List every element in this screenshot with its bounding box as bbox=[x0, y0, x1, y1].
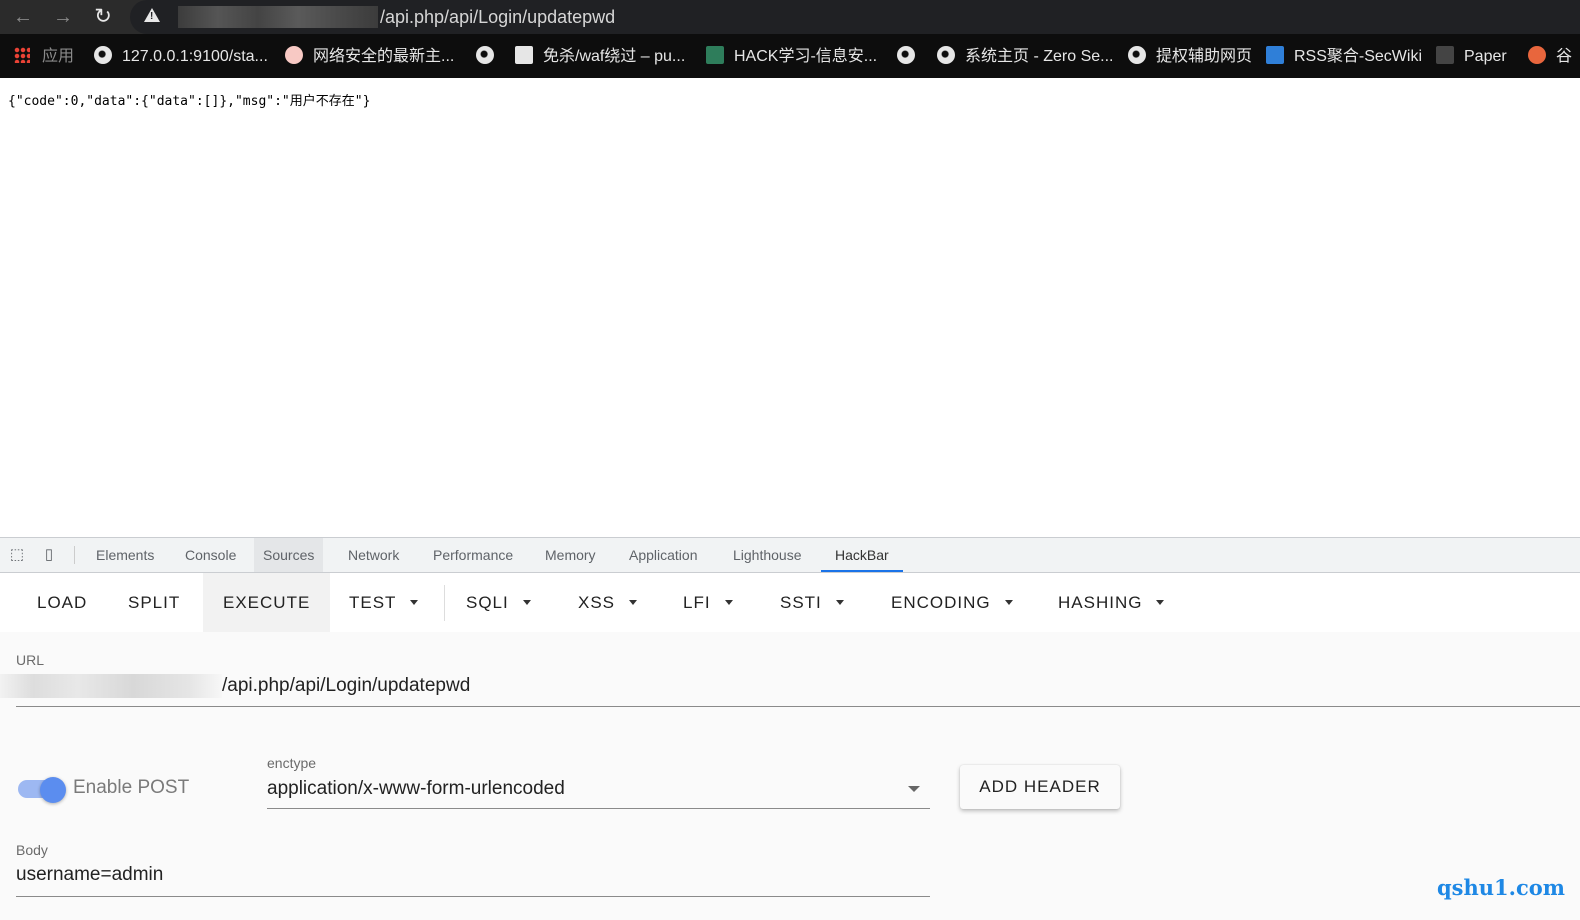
caret-down-icon bbox=[835, 600, 844, 605]
watermark: qshu1.com bbox=[1437, 875, 1565, 900]
test-menu-button[interactable]: TEST bbox=[339, 573, 428, 632]
tab-network[interactable]: Network bbox=[344, 538, 403, 572]
globe-icon bbox=[476, 46, 494, 64]
tab-hackbar[interactable]: HackBar bbox=[821, 538, 903, 572]
paper-icon bbox=[1436, 46, 1454, 64]
bookmark-more[interactable]: 谷 bbox=[1528, 46, 1572, 68]
enctype-select[interactable]: application/x-www-form-urlencoded bbox=[267, 778, 565, 800]
caret-down-icon bbox=[522, 600, 531, 605]
globe-icon bbox=[1128, 46, 1146, 64]
execute-button[interactable]: EXECUTE bbox=[203, 573, 331, 632]
devtools-panel: ⬚ ▯ Elements Console Sources Network Per… bbox=[0, 537, 1580, 920]
load-button[interactable]: LOAD bbox=[27, 573, 97, 632]
response-json: {"code":0,"data":{"data":[]},"msg":"用户不存… bbox=[8, 94, 371, 109]
bookmark-zero-sec[interactable]: 系统主页 - Zero Se... bbox=[937, 46, 1113, 68]
apps-grid-icon bbox=[14, 47, 30, 63]
redacted-host bbox=[0, 674, 222, 698]
redacted-host bbox=[178, 6, 378, 28]
sqli-menu-button[interactable]: SQLI bbox=[456, 573, 541, 632]
bookmark-privesc[interactable]: 提权辅助网页 bbox=[1128, 46, 1252, 68]
back-arrow-icon[interactable]: ← bbox=[10, 5, 36, 29]
bookmark-hack-study[interactable]: HACK学习-信息安... bbox=[706, 46, 877, 68]
globe-icon bbox=[94, 46, 112, 64]
caret-down-icon bbox=[1156, 600, 1165, 605]
split-button[interactable]: SPLIT bbox=[118, 573, 190, 632]
url-input[interactable]: /api.php/api/Login/updatepwd bbox=[222, 675, 470, 697]
inspect-element-icon[interactable]: ⬚ bbox=[8, 546, 26, 564]
tab-memory[interactable]: Memory bbox=[541, 538, 600, 572]
not-secure-warning-icon[interactable] bbox=[144, 8, 160, 22]
hackbar-toolbar: LOAD SPLIT EXECUTE TEST SQLI XSS LFI SST… bbox=[0, 573, 1580, 632]
hack-icon bbox=[706, 46, 724, 64]
tab-sources[interactable]: Sources bbox=[254, 538, 324, 572]
forward-arrow-icon[interactable]: → bbox=[50, 5, 76, 29]
tab-lighthouse[interactable]: Lighthouse bbox=[729, 538, 806, 572]
toolbar-divider bbox=[444, 585, 445, 621]
tab-performance[interactable]: Performance bbox=[429, 538, 517, 572]
enctype-underline bbox=[267, 808, 930, 809]
browser-toolbar: ← → ↻ /api.php/api/Login/updatepwd bbox=[0, 0, 1580, 34]
bookmark-security-news[interactable]: 网络安全的最新主... bbox=[285, 46, 454, 68]
enctype-label: enctype bbox=[267, 755, 317, 771]
enable-post-label: Enable POST bbox=[73, 777, 190, 798]
xss-menu-button[interactable]: XSS bbox=[568, 573, 647, 632]
toggle-knob[interactable] bbox=[40, 777, 66, 803]
reload-icon[interactable]: ↻ bbox=[90, 5, 116, 29]
body-label: Body bbox=[16, 842, 48, 858]
lfi-menu-button[interactable]: LFI bbox=[673, 573, 743, 632]
add-header-button[interactable]: ADD HEADER bbox=[960, 765, 1120, 809]
bookmark-paper[interactable]: Paper bbox=[1436, 46, 1507, 68]
page-icon bbox=[515, 46, 533, 64]
tab-elements[interactable]: Elements bbox=[92, 538, 158, 572]
tab-console[interactable]: Console bbox=[181, 538, 240, 572]
globe-icon bbox=[897, 46, 915, 64]
body-underline bbox=[16, 896, 930, 897]
devtools-tabbar: ⬚ ▯ Elements Console Sources Network Per… bbox=[0, 538, 1580, 573]
caret-down-icon bbox=[1004, 600, 1013, 605]
bookmark-secwiki[interactable]: RSS聚合-SecWiki bbox=[1266, 46, 1422, 68]
flame-icon bbox=[1528, 46, 1546, 64]
bookmark-globe-2[interactable] bbox=[897, 46, 925, 68]
secwiki-icon bbox=[1266, 46, 1284, 64]
bookmark-localhost[interactable]: 127.0.0.1:9100/sta... bbox=[94, 46, 268, 68]
caret-down-icon bbox=[410, 600, 419, 605]
bookmark-globe[interactable] bbox=[476, 46, 504, 68]
device-toolbar-icon[interactable]: ▯ bbox=[40, 546, 58, 564]
url-label: URL bbox=[16, 652, 45, 668]
bookmark-apps[interactable]: 应用 bbox=[14, 46, 74, 68]
dropdown-arrow-icon[interactable] bbox=[908, 786, 920, 792]
address-url[interactable]: /api.php/api/Login/updatepwd bbox=[380, 6, 615, 28]
divider bbox=[74, 546, 75, 564]
url-underline bbox=[16, 706, 1580, 707]
ssti-menu-button[interactable]: SSTI bbox=[770, 573, 854, 632]
tab-application[interactable]: Application bbox=[625, 538, 702, 572]
globe-icon bbox=[937, 46, 955, 64]
hashing-menu-button[interactable]: HASHING bbox=[1048, 573, 1174, 632]
body-input[interactable]: username=admin bbox=[16, 864, 163, 886]
bookmark-waf-bypass[interactable]: 免杀/waf绕过 – pu... bbox=[515, 46, 685, 68]
bookmarks-bar: 应用 127.0.0.1:9100/sta... 网络安全的最新主... 免杀/… bbox=[0, 34, 1580, 78]
caret-down-icon bbox=[629, 600, 638, 605]
encoding-menu-button[interactable]: ENCODING bbox=[881, 573, 1023, 632]
chat-icon bbox=[285, 46, 303, 64]
caret-down-icon bbox=[724, 600, 733, 605]
